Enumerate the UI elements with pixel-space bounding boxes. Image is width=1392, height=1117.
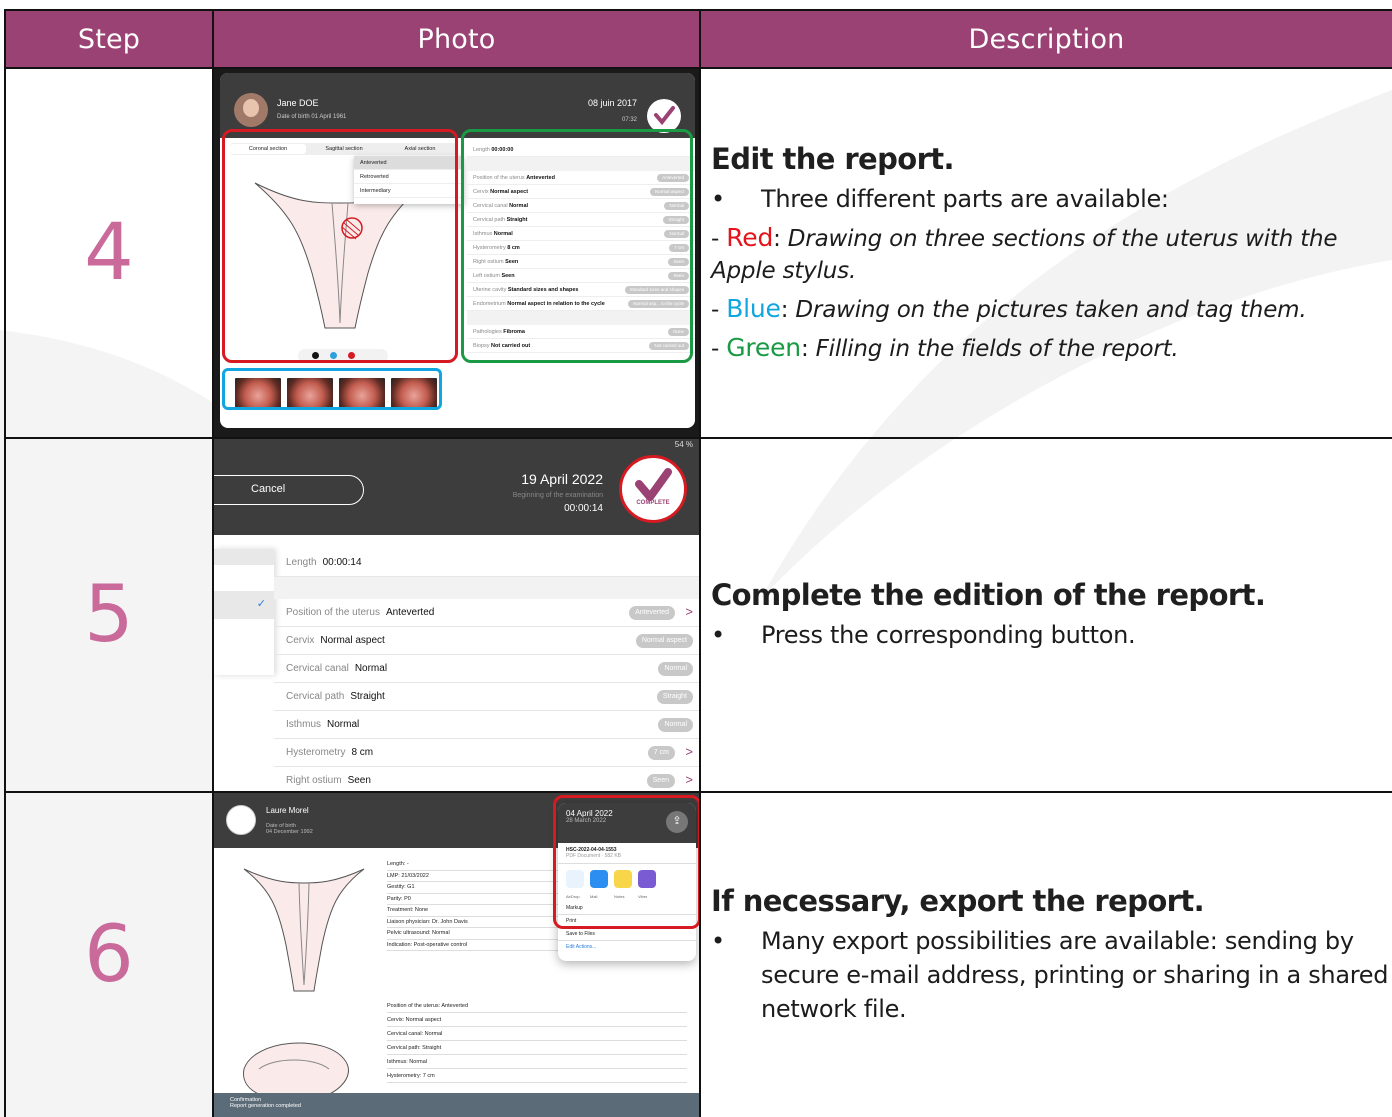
checkmark-icon: ✓ (256, 598, 266, 610)
ipad-screenshot-export: Laure Morel Date of birth 04 December 199… (215, 794, 698, 1116)
description-bullet: • Press the corresponding button. (711, 621, 1136, 649)
step-photo: Jane DOE Date of birth 01 April 1961 08 … (212, 67, 701, 439)
chevron-right-icon: > (685, 744, 693, 759)
step-row-5: 5 54 % Cancel 19 April 2022 Beginning of… (4, 437, 1392, 793)
patient-avatar (234, 93, 268, 127)
save-to-files-action[interactable]: Save to Files (558, 928, 696, 941)
report-fields: Length 00:00:14 Position of the uterus Ant… (274, 549, 698, 790)
field-row[interactable]: Isthmus Normal Normal (274, 711, 698, 739)
step-number: 5 (4, 437, 214, 793)
exam-date: 19 April 2022 (521, 471, 603, 487)
description-bullet: • Many export possibilities are available… (711, 927, 1389, 1023)
green-highlight (461, 129, 693, 363)
steps-table: Step Photo Description 4 Jane DOE Date o… (4, 9, 1392, 1117)
ipad-screenshot-edit: Jane DOE Date of birth 01 April 1961 08 … (215, 70, 698, 436)
field-row[interactable]: Right ostium Seen Seen > (274, 767, 698, 790)
position-menu: ✓ (215, 549, 274, 675)
step-number: 4 (4, 67, 214, 439)
ipad-screenshot-complete: 54 % Cancel 19 April 2022 Beginning of t… (215, 440, 698, 790)
exam-date: 08 juin 2017 (587, 98, 637, 108)
report-header: 54 % Cancel 19 April 2022 Beginning of t… (215, 440, 698, 535)
step-description: Complete the edition of the report. • Pre… (699, 437, 1392, 793)
field-row[interactable]: Position of the uterus Anteverted Antevert… (274, 599, 698, 627)
header-step: Step (4, 9, 214, 69)
red-highlight (222, 129, 458, 363)
edit-actions-link[interactable]: Edit Actions... (558, 941, 696, 954)
complete-button[interactable]: COMPLETE (619, 455, 687, 523)
confirmation-toast: Confirmation Report generation completed (215, 1093, 698, 1116)
patient-name: Laure Morel (266, 806, 309, 815)
red-highlight (553, 795, 698, 929)
field-row[interactable]: Cervical path Straight Straight (274, 683, 698, 711)
exam-time: 00:00:14 (564, 503, 603, 514)
step-row-4: 4 Jane DOE Date of birth 01 April 1961 0… (4, 67, 1392, 439)
blue-highlight (222, 368, 442, 410)
description-title: If necessary, export the report. (711, 884, 1205, 918)
field-row[interactable]: Cervix Normal aspect Normal aspect (274, 627, 698, 655)
description-title: Complete the edition of the report. (711, 578, 1266, 612)
battery-status: 54 % (674, 440, 693, 449)
header-photo: Photo (212, 9, 701, 69)
exam-subtitle: Beginning of the examination (512, 492, 603, 499)
uterus-diagram (243, 868, 365, 992)
patient-name: Jane DOE (277, 98, 319, 108)
patient-dob: Date of birth 01 April 1961 (277, 114, 347, 120)
step-description: If necessary, export the report. • Many e… (699, 791, 1392, 1117)
description-bullet: • Three different parts are available: (711, 184, 1169, 213)
cancel-button[interactable]: Cancel (215, 475, 364, 505)
header-description: Description (699, 9, 1392, 69)
complete-check-icon[interactable] (647, 99, 681, 133)
chevron-right-icon: > (685, 604, 693, 619)
report-fields-list: Position of the uterus: Anteverted Cervi… (387, 999, 687, 1083)
patient-avatar (226, 805, 256, 835)
chevron-right-icon: > (685, 772, 693, 787)
step-number: 6 (4, 791, 214, 1117)
field-row[interactable]: Hysterometry 8 cm 7 cm > (274, 739, 698, 767)
description-item-red: - Red: Drawing on three sections of the … (711, 222, 1338, 284)
field-row[interactable]: Cervical canal Normal Normal (274, 655, 698, 683)
check-icon (635, 468, 672, 501)
step-photo: Laure Morel Date of birth 04 December 199… (212, 791, 701, 1117)
description-title: Edit the report. (711, 141, 955, 176)
description-item-blue: - Blue: Drawing on the pictures taken an… (711, 293, 1307, 323)
exam-time: 07:32 (621, 117, 637, 123)
step-photo: 54 % Cancel 19 April 2022 Beginning of t… (212, 437, 701, 793)
description-item-green: - Green: Filling in the fields of the re… (711, 332, 1179, 362)
step-row-6: 6 Laure Morel Date of birth 04 December 1… (4, 791, 1392, 1117)
field-row: Length 00:00:14 (274, 549, 698, 577)
step-description: Edit the report. • Three different parts … (699, 67, 1392, 439)
patient-dob: Date of birth 04 December 1992 (266, 823, 313, 835)
